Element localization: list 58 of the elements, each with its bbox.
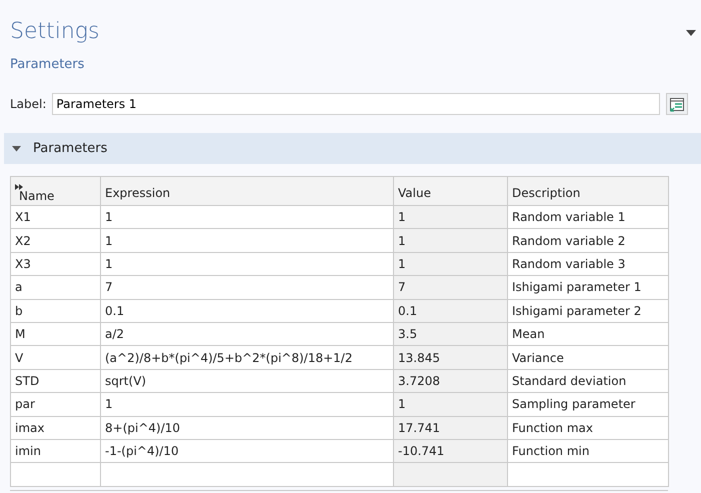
table-cell: Function max: [508, 416, 668, 440]
dropdown-arrow-icon[interactable]: [686, 30, 696, 36]
table-cell: 1: [100, 392, 394, 416]
table-cell: a/2: [100, 322, 394, 346]
table-cell: Variance: [508, 346, 668, 370]
column-header: Expression: [105, 186, 170, 200]
table-cell: par: [10, 392, 100, 416]
table-cell: 1: [394, 392, 508, 416]
table-cell: Sampling parameter: [508, 392, 668, 416]
table-cell: X2: [10, 228, 100, 252]
table-cell: 17.741: [394, 416, 508, 440]
table-cell: Random variable 1: [508, 206, 668, 229]
table-cell: sqrt(V): [100, 369, 394, 393]
table-cell: Standard deviation: [508, 369, 668, 393]
table-cell: 7: [100, 276, 394, 300]
table-cell: Mean: [508, 322, 668, 346]
column-header: Description: [512, 186, 580, 200]
table-cell: Random variable 3: [508, 252, 668, 276]
settings-title: Settings: [10, 18, 100, 46]
table-cell: 0.1: [100, 299, 394, 322]
table-cell: -1-(pi^4)/10: [100, 439, 394, 463]
table-cell: -10.741: [394, 439, 508, 463]
table-cell: imax: [10, 416, 100, 440]
table-cell: b: [10, 299, 100, 322]
table-cell: V: [10, 346, 100, 370]
table-cell: 8+(pi^4)/10: [100, 416, 394, 440]
node-subtitle: Parameters: [10, 56, 86, 74]
table-cell: 1: [100, 252, 394, 276]
table-cell: 3.5: [394, 322, 508, 346]
label-field[interactable]: Parameters 1: [52, 93, 660, 115]
table-cell: a: [10, 276, 100, 300]
table-cell: 1: [100, 206, 394, 229]
table-cell: 1: [100, 228, 394, 252]
column-header: Name: [18, 190, 54, 202]
table-cell: STD: [10, 369, 100, 393]
table-cell: 0.1: [394, 299, 508, 322]
table-cell: Ishigami parameter 1: [508, 276, 668, 300]
table-cell: X1: [10, 206, 100, 229]
table-cell: Random variable 2: [508, 228, 668, 252]
table-cell: imin: [10, 439, 100, 463]
table-cell: (a^2)/8+b*(pi^4)/5+b^2*(pi^8)/18+1/2: [100, 346, 394, 370]
table-cell: Function min: [508, 439, 668, 463]
column-header: Value: [398, 186, 431, 200]
window-icon: [669, 96, 686, 112]
table-cell: 1: [394, 206, 508, 229]
section-header[interactable]: Parameters: [4, 133, 701, 164]
label-caption: Label:: [10, 96, 46, 113]
table-cell: 1: [394, 252, 508, 276]
table-cell: X3: [10, 252, 100, 276]
label-action-button[interactable]: [666, 93, 688, 115]
section-title: Parameters: [33, 140, 108, 158]
table-cell: 13.845: [394, 346, 508, 370]
table-cell: 7: [394, 276, 508, 300]
table-cell: M: [10, 322, 100, 346]
table-cell: 3.7208: [394, 369, 508, 393]
table-cell: 1: [394, 228, 508, 252]
expand-columns-icon[interactable]: [15, 184, 23, 190]
table-cell: Ishigami parameter 2: [508, 299, 668, 322]
